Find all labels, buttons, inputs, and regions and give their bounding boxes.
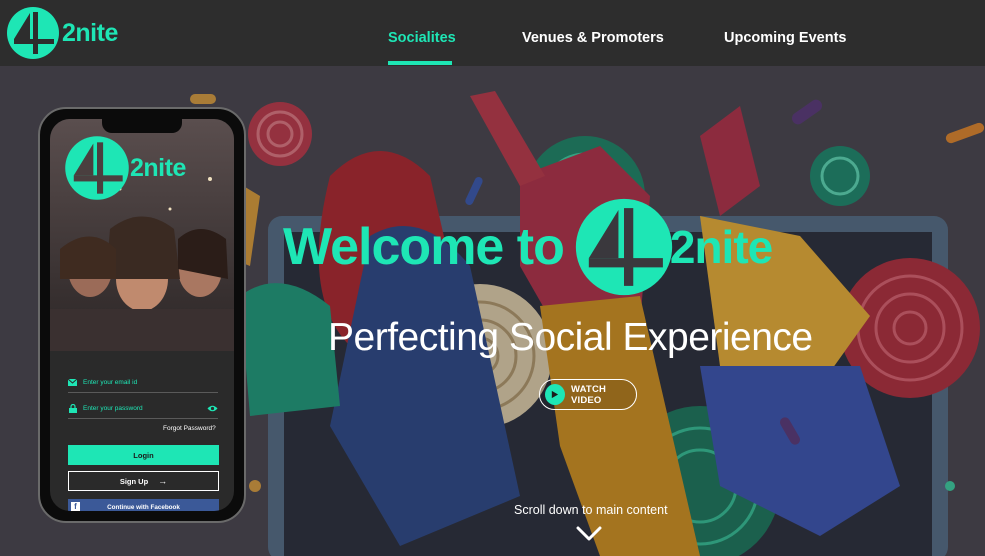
- signup-label: Sign Up: [119, 476, 149, 486]
- site-logo[interactable]: 2nite: [6, 6, 118, 60]
- password-input[interactable]: [83, 405, 193, 412]
- nav-socialites[interactable]: Socialites: [388, 30, 456, 46]
- welcome-four-mark-icon: [575, 198, 673, 296]
- facebook-icon: f: [71, 502, 80, 511]
- watch-video-button[interactable]: WATCH VIDEO: [539, 379, 637, 410]
- top-navbar: 2nite Socialites Venues & Promoters Upco…: [0, 0, 985, 66]
- nav-upcoming-events[interactable]: Upcoming Events: [724, 30, 846, 46]
- phone-logo-text: 2nite: [130, 153, 186, 182]
- eye-icon[interactable]: [207, 404, 218, 413]
- welcome-logo: 2nite: [574, 197, 773, 297]
- arrow-right-icon: →: [158, 476, 168, 486]
- login-button[interactable]: Login: [68, 445, 219, 465]
- welcome-text: Welcome to: [283, 218, 565, 276]
- email-field: [68, 373, 218, 393]
- logo-four-mark-icon: [7, 7, 59, 59]
- logo-text: 2nite: [62, 18, 118, 47]
- play-icon: [545, 384, 565, 405]
- hero-tagline: Perfecting Social Experience: [328, 316, 813, 359]
- phone-screen: 2nite Forgot Password? Login Sign Up → f…: [50, 119, 234, 511]
- facebook-login-button[interactable]: f Continue with Facebook: [68, 499, 219, 511]
- lock-icon: [68, 404, 77, 413]
- forgot-password-link[interactable]: Forgot Password?: [163, 425, 216, 432]
- scroll-hint-text: Scroll down to main content: [514, 503, 668, 517]
- phone-logo: 2nite: [64, 135, 186, 201]
- nav-venues-promoters[interactable]: Venues & Promoters: [522, 30, 664, 46]
- welcome-logo-text: 2nite: [669, 221, 773, 273]
- welcome-heading: Welcome to 2nite: [283, 197, 773, 297]
- password-field: [68, 399, 218, 419]
- signup-button[interactable]: Sign Up →: [68, 471, 219, 491]
- phone-mockup: 2nite Forgot Password? Login Sign Up → f…: [38, 107, 246, 523]
- chevron-down-icon[interactable]: [576, 526, 602, 542]
- watch-video-label: WATCH VIDEO: [570, 383, 607, 406]
- phone-four-mark-icon: [65, 136, 129, 200]
- phone-notch: [102, 119, 182, 133]
- mail-icon: [68, 378, 77, 387]
- facebook-label: Continue with Facebook: [107, 503, 180, 511]
- active-tab-indicator: [388, 61, 452, 65]
- email-input[interactable]: [83, 379, 193, 386]
